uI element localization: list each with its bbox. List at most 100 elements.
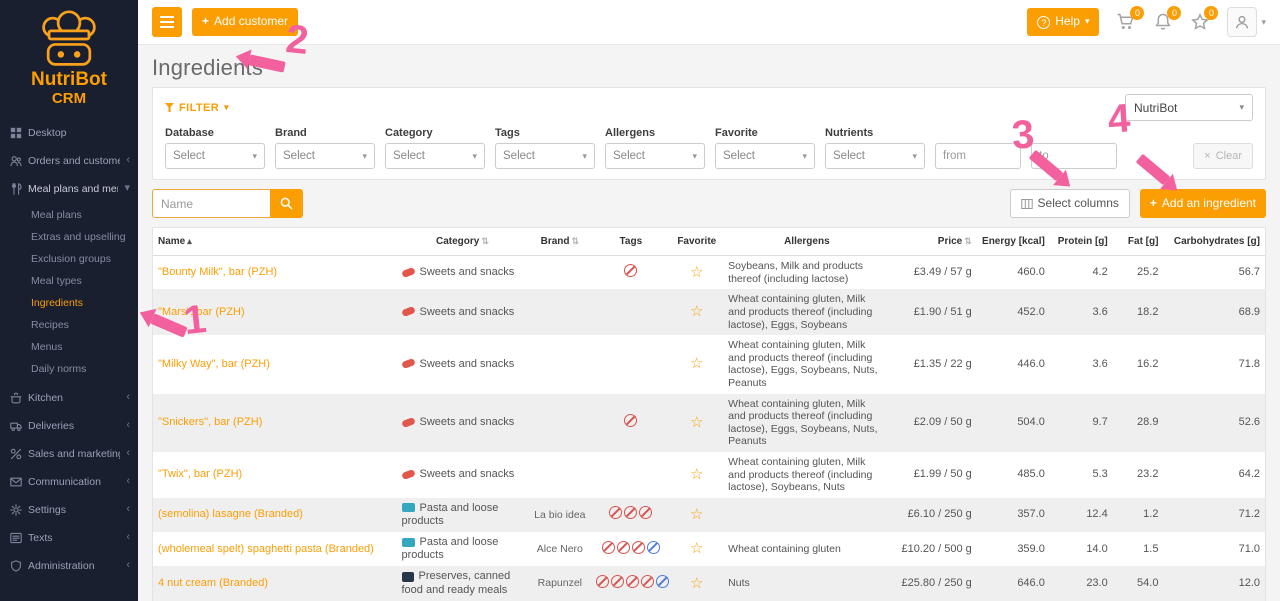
sidebar-item-deliveries[interactable]: Deliveries‹	[0, 412, 138, 440]
sidebar-item-exclusion-groups[interactable]: Exclusion groups	[0, 248, 138, 270]
column-header-name[interactable]: Name▴	[153, 228, 397, 256]
column-header-category[interactable]: Category⇅	[397, 228, 529, 256]
cart-button[interactable]: 0	[1116, 12, 1136, 32]
price-cell: £2.09 / 50 g	[891, 394, 977, 452]
category-cell: Sweets and snacks	[397, 452, 529, 498]
select-columns-button[interactable]: Select columns	[1010, 189, 1130, 218]
filter-toggle[interactable]: FILTER ▾	[165, 102, 229, 114]
favorite-star-icon[interactable]: ☆	[690, 264, 703, 281]
table-row[interactable]: 4 nut cream (Branded)Preserves, canned f…	[153, 566, 1265, 600]
price-cell: £1.99 / 50 g	[891, 452, 977, 498]
name-cell: "Milky Way", bar (PZH)	[153, 335, 397, 393]
sidebar-item-extras-and-upselling[interactable]: Extras and upselling	[0, 226, 138, 248]
notifications-button[interactable]: 0	[1153, 12, 1173, 32]
sidebar-item-sales-and-marketing[interactable]: Sales and marketing‹	[0, 440, 138, 468]
favorite-star-icon[interactable]: ☆	[690, 540, 703, 557]
sidebar-item-kitchen[interactable]: Kitchen‹	[0, 384, 138, 412]
sidebar-item-meal-plans-and-menus[interactable]: Meal plans and menus▾	[0, 175, 138, 203]
name-search-input[interactable]	[152, 189, 270, 218]
person-icon	[1233, 13, 1251, 31]
column-header-label: Favorite	[677, 236, 716, 247]
favorite-cell: ☆	[670, 532, 723, 566]
sidebar-item-desktop[interactable]: Desktop	[0, 119, 138, 147]
brand-subtitle: CRM	[6, 90, 132, 107]
carbs-cell: 52.6	[1163, 394, 1265, 452]
clear-filters-button[interactable]: ×Clear	[1193, 143, 1253, 169]
sidebar-item-meal-plans[interactable]: Meal plans	[0, 204, 138, 226]
sidebar-item-daily-norms[interactable]: Daily norms	[0, 358, 138, 380]
table-row[interactable]: "Mars", bar (PZH)Sweets and snacks☆Wheat…	[153, 289, 1265, 335]
sidebar-item-meal-types[interactable]: Meal types	[0, 270, 138, 292]
table-row[interactable]: "Bounty Milk", bar (PZH)Sweets and snack…	[153, 256, 1265, 290]
ingredient-name-link[interactable]: "Milky Way", bar (PZH)	[158, 358, 270, 370]
chevron-down-icon: ▾	[124, 183, 130, 194]
table-row[interactable]: "Twix", bar (PZH)Sweets and snacks☆Wheat…	[153, 452, 1265, 498]
ingredient-name-link[interactable]: 4 nut cream (Branded)	[158, 577, 268, 589]
column-header-price[interactable]: Price⇅	[891, 228, 977, 256]
filter-allergens-select[interactable]: Select▾	[605, 143, 705, 169]
ingredient-name-link[interactable]: (wholemeal spelt) spaghetti pasta (Brand…	[158, 543, 374, 555]
search-icon	[279, 196, 294, 211]
filter-nutrients-select[interactable]: Select▾	[825, 143, 925, 169]
favorite-star-icon[interactable]: ☆	[690, 355, 703, 372]
favorites-button[interactable]: 0	[1190, 12, 1210, 32]
column-header-brand[interactable]: Brand⇅	[528, 228, 591, 256]
sidebar-item-communication[interactable]: Communication‹	[0, 468, 138, 496]
favorite-star-icon[interactable]: ☆	[690, 414, 703, 431]
sidebar-item-orders-and-customers[interactable]: Orders and customers‹	[0, 147, 138, 175]
energy-cell: 357.0	[977, 498, 1050, 532]
carbs-cell: 71.8	[1163, 335, 1265, 393]
filter-brand-select[interactable]: Select▾	[275, 143, 375, 169]
chevron-left-icon: ‹	[126, 560, 130, 571]
table-row[interactable]: (wholemeal spelt) spaghetti pasta (Brand…	[153, 532, 1265, 566]
egg-free-icon	[624, 506, 637, 519]
add-ingredient-button[interactable]: + Add an ingredient	[1140, 189, 1266, 218]
favorite-star-icon[interactable]: ☆	[690, 466, 703, 483]
table-row[interactable]: (semolina) lasagne (Branded)Pasta and lo…	[153, 498, 1265, 532]
add-customer-button[interactable]: + Add customer	[192, 8, 298, 35]
filter-head: FILTER ▾ NutriBot ▾	[165, 94, 1253, 121]
database-profile-select[interactable]: NutriBot ▾	[1125, 94, 1253, 121]
administration-icon	[10, 560, 22, 572]
table-row[interactable]: "Milky Way", bar (PZH) Sweets and snacks ☆…	[153, 335, 1265, 393]
category-cell: Sweets and snacks	[397, 335, 529, 393]
sidebar-submenu: Meal plansExtras and upsellingExclusion …	[0, 203, 138, 384]
table-row[interactable]: "Snickers", bar (PZH)Sweets and snacks☆W…	[153, 394, 1265, 452]
search-button[interactable]	[270, 189, 303, 218]
favorite-star-icon[interactable]: ☆	[690, 506, 703, 523]
brand-name: NutriBot	[6, 70, 132, 90]
help-button[interactable]: ? Help ▾	[1027, 8, 1099, 35]
filter-group-category: CategorySelect▾	[385, 127, 485, 169]
ingredient-name-link[interactable]: "Snickers", bar (PZH)	[158, 416, 262, 428]
chevron-down-icon: ▾	[362, 151, 367, 162]
column-header-favorite: Favorite	[670, 228, 723, 256]
ingredient-name-link[interactable]: "Mars", bar (PZH)	[158, 306, 245, 318]
energy-cell: 460.0	[977, 256, 1050, 290]
menu-toggle-button[interactable]	[152, 7, 182, 37]
favorite-star-icon[interactable]: ☆	[690, 303, 703, 320]
filter-favorite-select[interactable]: Select▾	[715, 143, 815, 169]
filter-category-select[interactable]: Select▾	[385, 143, 485, 169]
favorite-star-icon[interactable]: ☆	[690, 575, 703, 592]
nutrient-to-input[interactable]	[1031, 143, 1117, 169]
filter-tags-select[interactable]: Select▾	[495, 143, 595, 169]
ingredient-name-link[interactable]: "Bounty Milk", bar (PZH)	[158, 266, 277, 278]
ingredients-table-card: Name▴Category⇅Brand⇅TagsFavoriteAllergen…	[152, 227, 1266, 601]
ingredient-name-link[interactable]: (semolina) lasagne (Branded)	[158, 508, 303, 520]
energy-cell: 646.0	[977, 566, 1050, 600]
brand-logo[interactable]: NutriBot CRM	[0, 0, 138, 113]
sidebar-item-label: Sales and marketing	[28, 448, 120, 460]
sweets-category-icon	[401, 417, 416, 428]
sidebar-item-recipes[interactable]: Recipes	[0, 314, 138, 336]
filter-heading: FILTER	[179, 102, 219, 114]
nutrient-from-input[interactable]	[935, 143, 1021, 169]
sidebar-item-label: Desktop	[28, 127, 130, 139]
sidebar-item-ingredients[interactable]: Ingredients	[0, 292, 138, 314]
sidebar-item-menus[interactable]: Menus	[0, 336, 138, 358]
ingredient-name-link[interactable]: "Twix", bar (PZH)	[158, 468, 242, 480]
filter-database-select[interactable]: Select▾	[165, 143, 265, 169]
user-menu[interactable]: ▾	[1227, 7, 1266, 37]
sidebar-item-settings[interactable]: Settings‹	[0, 496, 138, 524]
sidebar-item-texts[interactable]: Texts‹	[0, 524, 138, 552]
sidebar-item-administration[interactable]: Administration‹	[0, 552, 138, 580]
